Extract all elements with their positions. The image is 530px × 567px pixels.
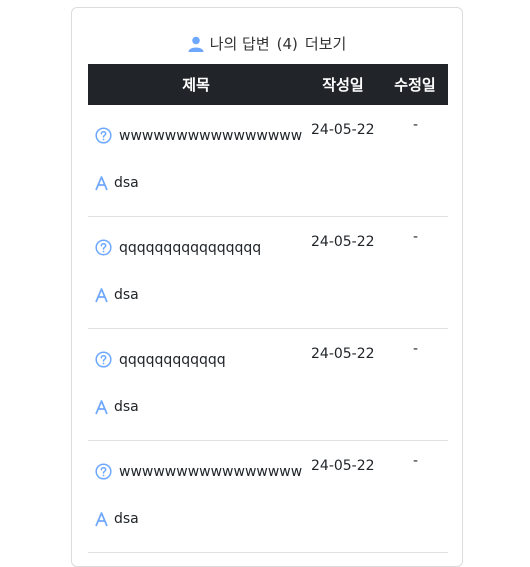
column-modified: 수정일 [394, 76, 436, 94]
card-title: 나의 답변 [209, 35, 270, 53]
answer-text: dsa [114, 287, 139, 303]
more-link[interactable]: 더보기 [305, 33, 346, 54]
answer-a-icon [95, 287, 108, 303]
column-created: 작성일 [322, 76, 364, 94]
answer-text: dsa [114, 175, 139, 191]
modified-date: - [413, 453, 419, 469]
answer-line: dsa [95, 175, 139, 191]
modified-date: - [413, 341, 419, 357]
created-date: 24-05-22 [311, 346, 375, 362]
answer-text: dsa [114, 511, 139, 527]
question-title: qqqqqqqqqqqq [119, 351, 226, 368]
table-header: 제목 작성일 수정일 [88, 64, 448, 105]
table-row[interactable]: qqqqqqqqqqqq dsa 24-05-22 - [88, 329, 448, 441]
created-date: 24-05-22 [311, 458, 375, 474]
answer-count: (4) [276, 34, 298, 53]
table-row[interactable]: wwwwwwwwwwwwwwww dsa 24-05-22 - [88, 441, 448, 553]
answer-a-icon [95, 511, 108, 527]
modified-date: - [413, 229, 419, 245]
my-answers-card: 나의 답변 (4) 더보기 제목 작성일 수정일 wwwwwwwwwwwwwww… [71, 7, 463, 567]
question-link[interactable]: wwwwwwwwwwwwwwww [95, 463, 305, 480]
question-circle-icon [95, 239, 112, 256]
table-row[interactable]: qqqqqqqqqqqqqqqq dsa 24-05-22 - [88, 217, 448, 329]
answer-a-icon [95, 399, 108, 415]
question-link[interactable]: wwwwwwwwwwwwwwww [95, 127, 305, 144]
answer-line: dsa [95, 287, 139, 303]
card-header: 나의 답변 (4) 더보기 [72, 33, 462, 54]
answer-line: dsa [95, 511, 139, 527]
created-date: 24-05-22 [311, 122, 375, 138]
created-date: 24-05-22 [311, 234, 375, 250]
table-row[interactable]: wwwwwwwwwwwwwwww dsa 24-05-22 - [88, 105, 448, 217]
column-title: 제목 [182, 76, 210, 94]
answer-a-icon [95, 175, 108, 191]
question-circle-icon [95, 127, 112, 144]
answer-text: dsa [114, 399, 139, 415]
question-circle-icon [95, 463, 112, 480]
question-title: wwwwwwwwwwwwwwww [119, 127, 303, 144]
question-title: qqqqqqqqqqqqqqqq [119, 239, 262, 256]
user-icon [188, 36, 204, 52]
modified-date: - [413, 117, 419, 133]
question-circle-icon [95, 351, 112, 368]
question-link[interactable]: qqqqqqqqqqqqqqqq [95, 239, 305, 256]
answers-table: 제목 작성일 수정일 wwwwwwwwwwwwwwww dsa 24-05-22… [88, 64, 448, 553]
question-link[interactable]: qqqqqqqqqqqq [95, 351, 305, 368]
answer-line: dsa [95, 399, 139, 415]
question-title: wwwwwwwwwwwwwwww [119, 463, 303, 480]
